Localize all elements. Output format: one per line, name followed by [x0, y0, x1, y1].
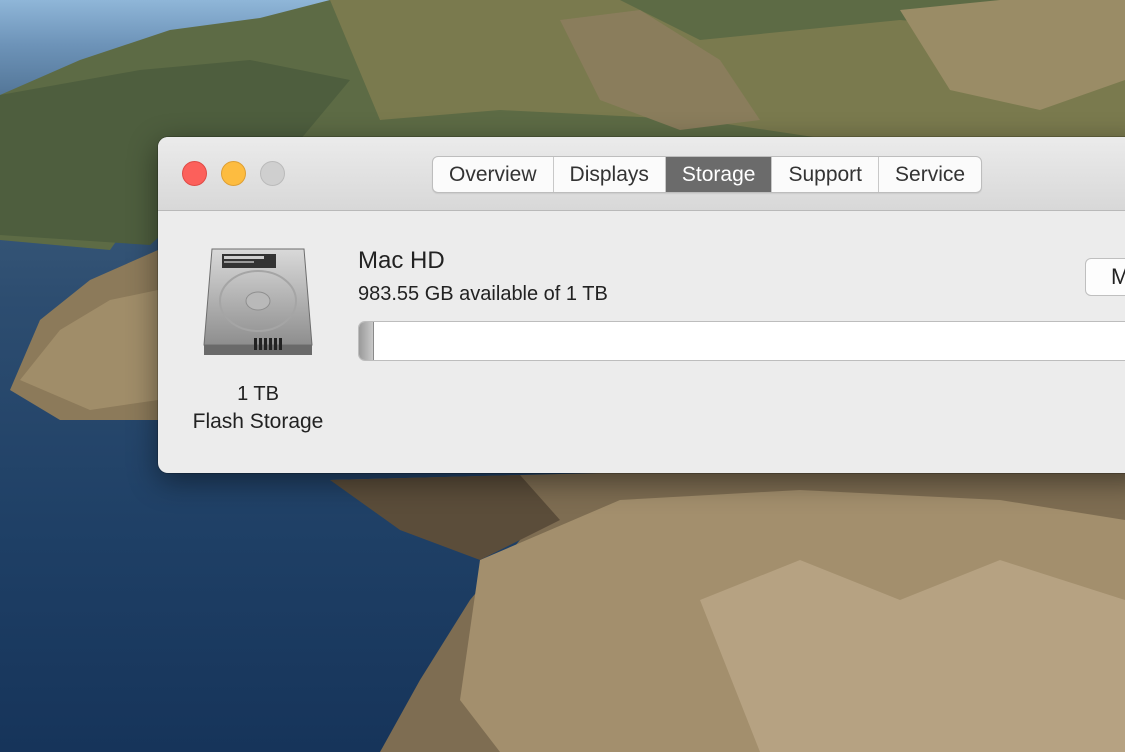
storage-usage-fill	[359, 322, 374, 360]
storage-panel: 1 TB Flash Storage Mac HD 983.55 GB avai…	[158, 211, 1125, 473]
tab-support[interactable]: Support	[772, 157, 880, 192]
tab-overview[interactable]: Overview	[433, 157, 554, 192]
tab-service[interactable]: Service	[879, 157, 981, 192]
close-button[interactable]	[182, 161, 207, 186]
tab-displays[interactable]: Displays	[554, 157, 666, 192]
volume-name: Mac HD	[358, 247, 445, 274]
storage-usage-bar[interactable]	[358, 321, 1125, 361]
tab-bar: Overview Displays Storage Support Servic…	[432, 156, 983, 193]
about-this-mac-window: Overview Displays Storage Support Servic…	[158, 137, 1125, 473]
drive-type: Flash Storage	[192, 410, 324, 433]
tab-storage[interactable]: Storage	[665, 157, 773, 192]
zoom-button	[260, 161, 285, 186]
minimize-button[interactable]	[221, 161, 246, 186]
volume-available: 983.55 GB available of 1 TB	[358, 283, 608, 305]
drive-capacity: 1 TB	[237, 383, 279, 405]
window-titlebar[interactable]: Overview Displays Storage Support Servic…	[158, 137, 1125, 211]
hard-drive-icon	[203, 248, 313, 355]
manage-button[interactable]: M	[1085, 258, 1125, 296]
